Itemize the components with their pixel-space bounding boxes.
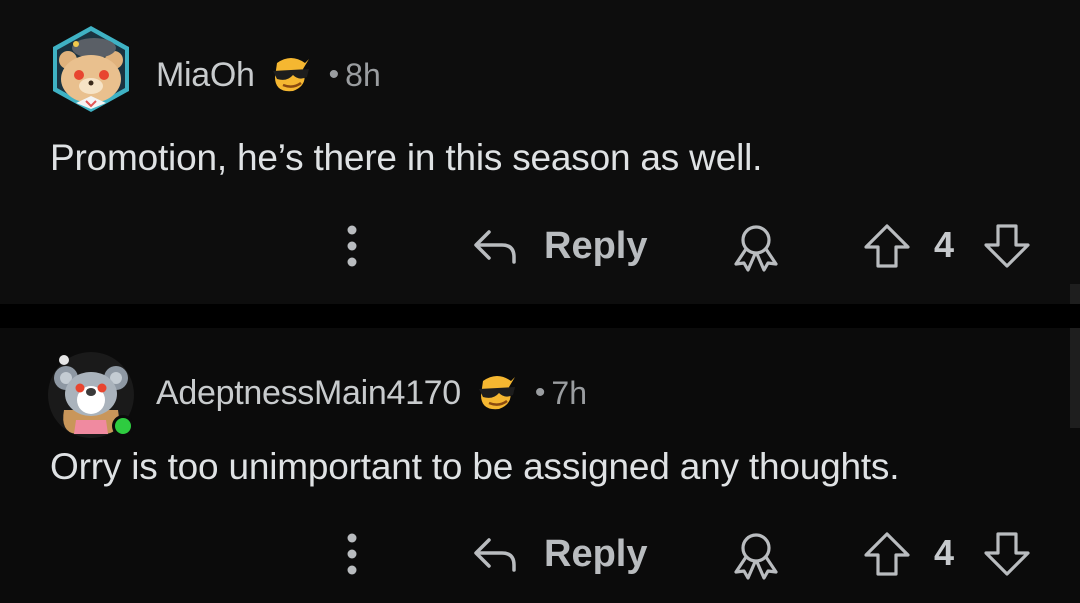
reply-arrow-icon — [474, 538, 516, 572]
upvote-arrow-icon — [864, 224, 910, 268]
comment: AdeptnessMain4170 • 7h Orry is too unimp… — [0, 328, 1080, 603]
vote-count: 4 — [934, 224, 955, 265]
sunglasses-emoji-flair-icon — [475, 373, 519, 413]
comment-actions: Reply 4 — [0, 216, 1080, 276]
comment-header: MiaOh • 8h — [156, 50, 381, 100]
comment-body: Orry is too unimportant to be assigned a… — [50, 446, 900, 487]
vote-count: 4 — [934, 532, 955, 573]
timestamp: 8h — [345, 56, 381, 93]
bear-avatar-icon — [53, 26, 129, 112]
reply-button[interactable]: Reply — [472, 524, 647, 584]
award-button[interactable] — [728, 530, 784, 580]
scrollbar — [1070, 284, 1080, 304]
upvote-button[interactable] — [862, 222, 912, 270]
reply-arrow-icon — [474, 230, 516, 264]
reply-button[interactable]: Reply — [472, 216, 647, 276]
more-options-button[interactable] — [330, 216, 374, 276]
comment-body: Promotion, he’s there in this season as … — [50, 137, 763, 178]
scrollbar[interactable] — [1070, 328, 1080, 428]
comment: MiaOh • 8h Promotion, he’s there in this… — [0, 0, 1080, 304]
award-icon — [734, 533, 778, 580]
upvote-arrow-icon — [864, 532, 910, 576]
vertical-ellipsis-icon — [347, 225, 357, 267]
comment-divider — [0, 304, 1080, 328]
award-button[interactable] — [728, 222, 784, 272]
username[interactable]: MiaOh — [156, 56, 255, 95]
downvote-button[interactable] — [982, 222, 1032, 270]
sunglasses-emoji-flair-icon — [269, 55, 313, 95]
comment-thread: MiaOh • 8h Promotion, he’s there in this… — [0, 0, 1080, 603]
upvote-button[interactable] — [862, 530, 912, 578]
comment-actions: Reply 4 — [0, 524, 1080, 584]
comment-header: AdeptnessMain4170 • 7h — [156, 368, 587, 418]
timestamp: 7h — [551, 374, 588, 411]
separator-dot: • — [328, 58, 340, 91]
downvote-arrow-icon — [984, 532, 1030, 576]
downvote-button[interactable] — [982, 530, 1032, 578]
more-options-button[interactable] — [330, 524, 374, 584]
separator-dot: • — [534, 376, 546, 409]
user-avatar[interactable] — [46, 350, 136, 440]
downvote-arrow-icon — [984, 224, 1030, 268]
vertical-ellipsis-icon — [347, 533, 357, 575]
award-icon — [734, 225, 778, 272]
username[interactable]: AdeptnessMain4170 — [156, 374, 461, 413]
user-avatar[interactable] — [46, 24, 136, 114]
reply-label: Reply — [544, 224, 648, 267]
online-status-icon — [112, 415, 134, 437]
reply-label: Reply — [544, 532, 648, 575]
